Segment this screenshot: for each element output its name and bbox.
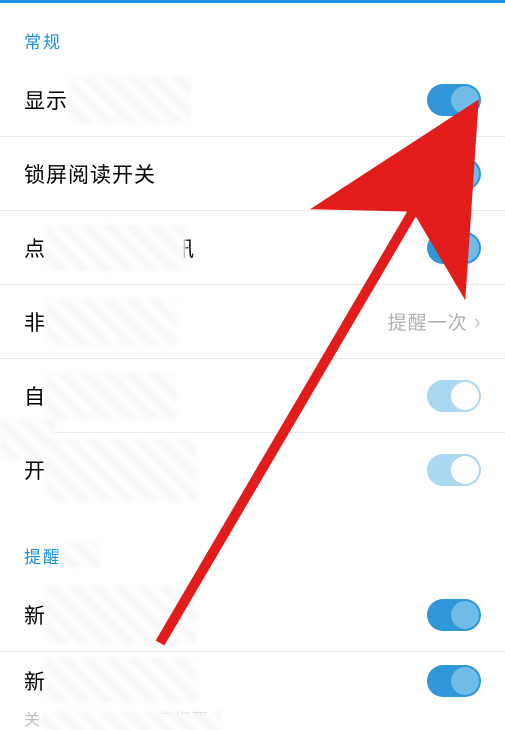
redaction xyxy=(46,225,186,271)
new1-toggle[interactable] xyxy=(427,599,481,631)
row-news[interactable]: 点XXXXXXX资讯 xyxy=(0,211,505,285)
show-info-toggle[interactable] xyxy=(427,84,481,116)
row-new2[interactable]: 新 关XXXXXXXXXX息提醒 xyxy=(0,652,505,730)
autonet-toggle[interactable] xyxy=(427,380,481,412)
row-lockscreen-label: 锁屏阅读开关 xyxy=(24,159,427,189)
redaction xyxy=(46,299,176,345)
row-autonet[interactable]: 自XXXXXXX络 xyxy=(0,359,505,433)
redaction xyxy=(46,658,196,702)
redaction xyxy=(59,543,99,567)
open-toggle[interactable] xyxy=(427,454,481,486)
settings-scroll[interactable]: 常规 显示XXXXXX息 锁屏阅读开关 点XXXXXXX资讯 非XXXXXXX醒 xyxy=(0,6,505,730)
redaction xyxy=(46,586,196,644)
row-lockscreen[interactable]: 锁屏阅读开关 xyxy=(0,137,505,211)
row-nonwifi[interactable]: 非XXXXXXX醒 提醒一次 › xyxy=(0,285,505,359)
row-nonwifi-value: 提醒一次 xyxy=(388,308,468,335)
section-header-remind: 提醒 xyxy=(0,507,505,578)
row-open[interactable]: 开 xyxy=(0,433,505,507)
settings-page: 常规 显示XXXXXX息 锁屏阅读开关 点XXXXXXX资讯 非XXXXXXX醒 xyxy=(0,0,505,730)
news-toggle[interactable] xyxy=(427,232,481,264)
lockscreen-toggle[interactable] xyxy=(427,158,481,190)
row-new1[interactable]: 新 xyxy=(0,578,505,652)
section-header-general: 常规 xyxy=(0,6,505,63)
redaction xyxy=(46,439,196,501)
redaction xyxy=(70,77,190,123)
redaction xyxy=(42,712,222,730)
row-show-info[interactable]: 显示XXXXXX息 xyxy=(0,63,505,137)
redaction xyxy=(46,373,176,419)
new2-toggle[interactable] xyxy=(427,665,481,697)
chevron-right-icon: › xyxy=(474,311,481,333)
